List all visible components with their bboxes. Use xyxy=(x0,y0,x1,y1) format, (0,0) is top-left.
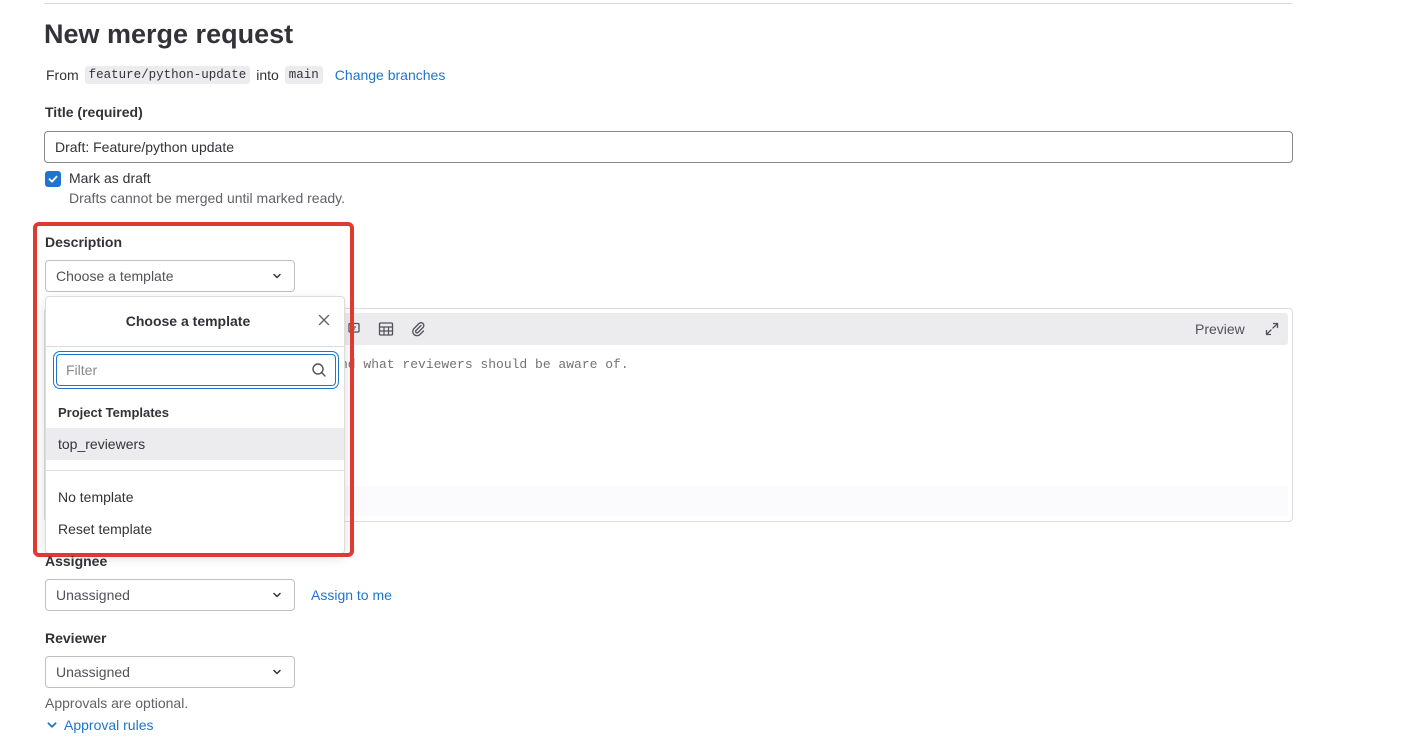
into-text: into xyxy=(256,67,279,83)
template-filter-input[interactable] xyxy=(66,362,286,378)
assignee-select-value: Unassigned xyxy=(56,587,130,603)
check-icon xyxy=(48,175,58,183)
close-icon[interactable] xyxy=(318,313,330,329)
title-input[interactable] xyxy=(44,131,1293,163)
branch-info: From feature/python-update into main Cha… xyxy=(46,64,445,86)
chevron-down-icon xyxy=(273,669,281,675)
assign-to-me-link[interactable]: Assign to me xyxy=(311,587,392,603)
approval-rules-label: Approval rules xyxy=(64,717,154,733)
search-icon xyxy=(312,363,326,377)
reset-template-option[interactable]: Reset template xyxy=(46,513,344,545)
draft-checkbox[interactable] xyxy=(45,171,61,187)
paperclip-icon[interactable] xyxy=(410,321,426,340)
chevron-down-icon xyxy=(47,722,57,728)
dropdown-header: Choose a template xyxy=(46,297,344,347)
group-label-project-templates: Project Templates xyxy=(58,405,170,420)
no-template-option[interactable]: No template xyxy=(46,481,344,513)
table-icon[interactable] xyxy=(378,321,394,340)
title-label: Title (required) xyxy=(45,104,143,120)
dropdown-divider xyxy=(46,470,344,471)
dropdown-title: Choose a template xyxy=(125,313,251,329)
chevron-down-icon xyxy=(273,273,281,279)
template-filter xyxy=(56,354,336,386)
reviewer-select[interactable]: Unassigned xyxy=(45,656,295,688)
chevron-down-icon xyxy=(273,592,281,598)
template-dropdown: Choose a template Project Templates top_… xyxy=(45,296,345,554)
reviewer-label: Reviewer xyxy=(45,630,107,646)
change-branches-link[interactable]: Change branches xyxy=(335,67,446,83)
assignee-select[interactable]: Unassigned xyxy=(45,579,295,611)
template-select-value: Choose a template xyxy=(56,268,174,284)
template-item-top-reviewers[interactable]: top_reviewers xyxy=(46,428,344,460)
preview-button[interactable]: Preview xyxy=(1195,321,1245,337)
top-divider xyxy=(44,3,1293,4)
page-title: New merge request xyxy=(44,19,294,49)
draft-label: Mark as draft xyxy=(69,170,151,186)
target-branch: main xyxy=(284,66,323,84)
from-text: From xyxy=(46,67,79,83)
description-placeholder: nd what reviewers should be aware of. xyxy=(340,357,629,372)
reviewer-select-value: Unassigned xyxy=(56,664,130,680)
approval-rules-toggle[interactable]: Approval rules xyxy=(46,717,154,733)
maximize-icon[interactable] xyxy=(1264,321,1280,340)
draft-help-text: Drafts cannot be merged until marked rea… xyxy=(69,190,345,206)
approvals-note: Approvals are optional. xyxy=(45,695,189,711)
template-select[interactable]: Choose a template xyxy=(45,260,295,292)
description-label: Description xyxy=(45,234,123,250)
source-branch: feature/python-update xyxy=(84,66,251,84)
assignee-label: Assignee xyxy=(45,553,108,569)
comment-icon[interactable] xyxy=(347,321,361,338)
